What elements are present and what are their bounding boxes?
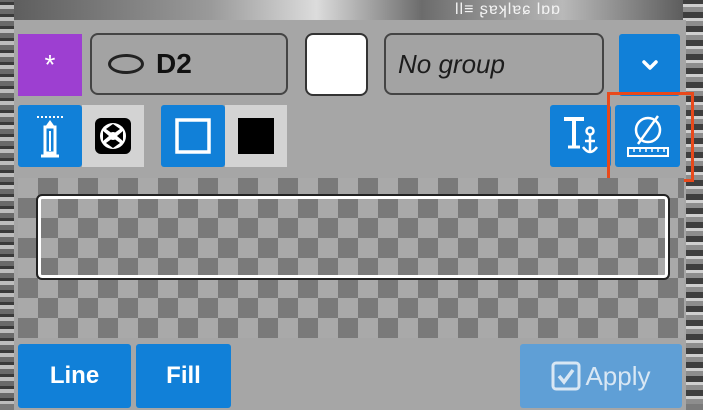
fill-button-label: Fill	[166, 362, 201, 389]
line-button-label: Line	[49, 362, 100, 389]
outline-button[interactable]	[161, 105, 225, 167]
outline-square-icon	[175, 118, 211, 154]
background-strip-right	[683, 0, 703, 410]
apply-button[interactable]: Apply	[520, 344, 682, 408]
style-preview-area	[18, 178, 684, 338]
shape-name-field[interactable]: D2	[90, 33, 288, 95]
fill-button[interactable]	[225, 105, 287, 167]
diameter-ruler-icon	[626, 115, 669, 157]
shape-style-panel: * D2 No group Line Fill Apply	[14, 20, 694, 410]
text-anchor-icon	[563, 117, 598, 154]
star-label: *	[44, 49, 56, 80]
filled-square-icon	[238, 118, 274, 154]
preview-shape	[36, 194, 670, 280]
background-strip-top	[0, 0, 703, 20]
line-button[interactable]: Line	[18, 344, 131, 408]
dropdown-button[interactable]	[619, 34, 680, 96]
pen-tool-button[interactable]	[18, 105, 82, 167]
aperture-button[interactable]	[82, 105, 144, 167]
shape-name-label: D2	[156, 48, 192, 79]
text-anchor-button[interactable]	[550, 105, 611, 167]
group-text: No group	[398, 48, 505, 79]
favorite-star-button[interactable]: *	[18, 34, 82, 96]
apply-button-label: Apply	[585, 360, 651, 391]
measure-button[interactable]	[615, 105, 680, 167]
background-strip-left	[0, 0, 14, 410]
ellipse-shape-icon	[108, 54, 144, 74]
color-swatch[interactable]	[305, 33, 368, 96]
checkbox-icon	[551, 361, 581, 391]
fill-tab-button[interactable]: Fill	[136, 344, 231, 408]
group-field[interactable]: No group	[384, 33, 604, 95]
chevron-down-icon	[641, 60, 658, 70]
aperture-icon	[95, 118, 131, 154]
pen-icon	[37, 116, 63, 158]
background-text: ll≡ ʂɐʞlɐɕ lɒɒ	[455, 1, 562, 18]
